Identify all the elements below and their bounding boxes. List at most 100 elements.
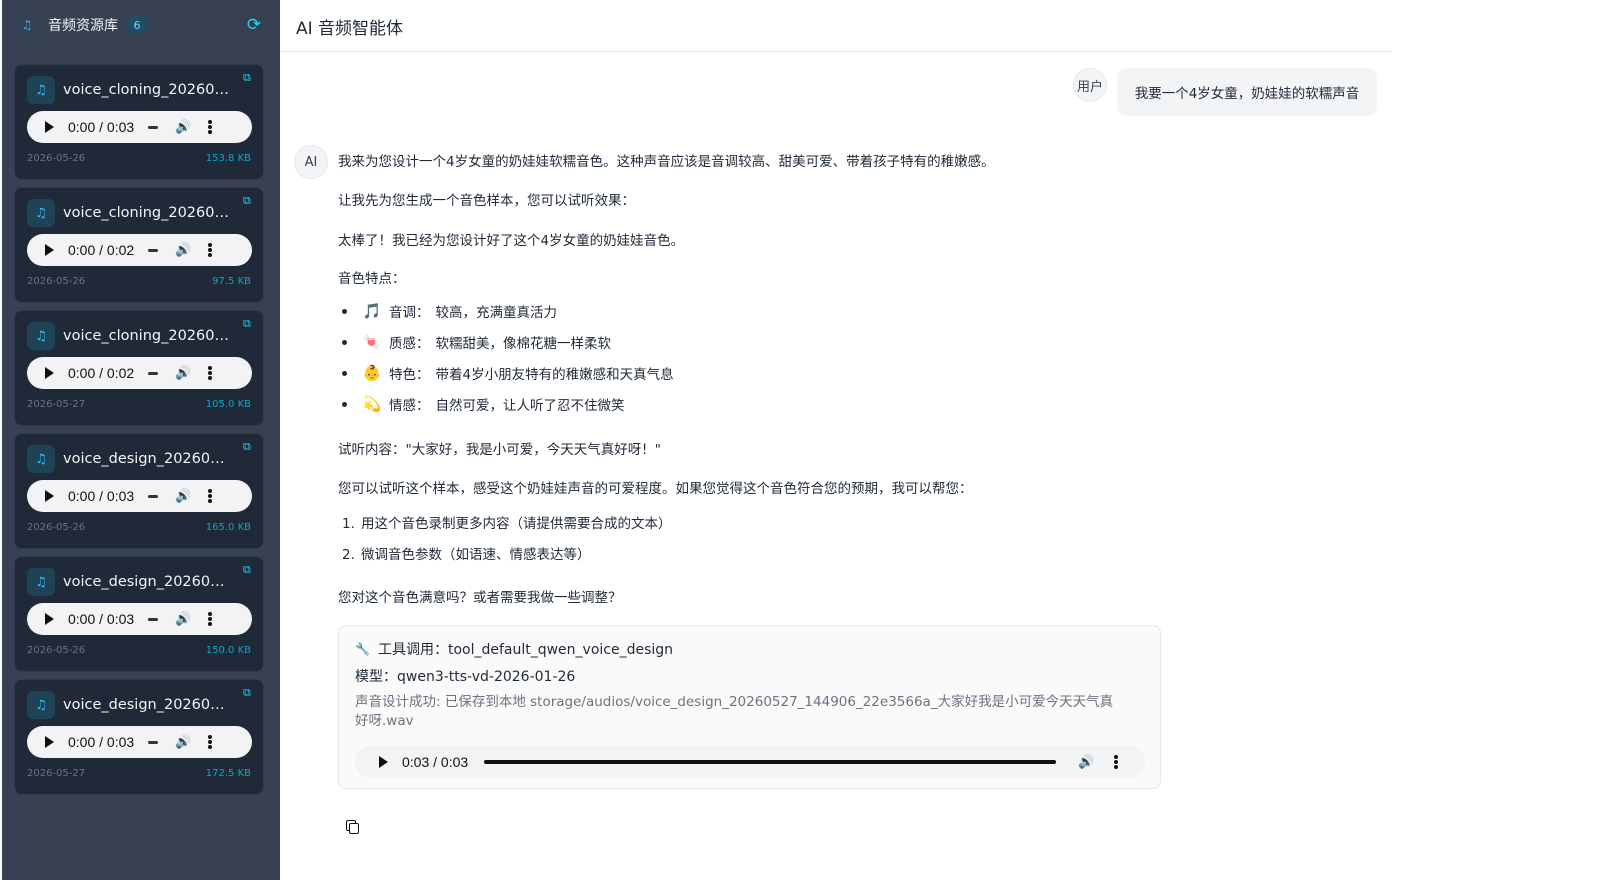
player-time: 0:00 / 0:02	[68, 242, 135, 258]
more-options-icon[interactable]	[208, 243, 213, 257]
file-size: 172.5 KB	[205, 768, 251, 779]
audio-file-name: voice_cloning_2026052...	[63, 82, 229, 98]
music-note-icon: ♫	[27, 322, 55, 350]
audio-file-card[interactable]: ♫ voice_design_2026052... ⧉ 0:00 / 0:03 …	[14, 433, 264, 549]
tool-call-line: 🔧 工具调用：tool_default_qwen_voice_design	[355, 639, 673, 659]
player-time: 0:00 / 0:02	[68, 365, 135, 381]
chat-header: AI 音频智能体	[280, 0, 1392, 52]
progress-slider[interactable]	[148, 248, 159, 252]
volume-icon[interactable]: 🔊	[175, 489, 191, 504]
copy-icon[interactable]: ⧉	[243, 317, 257, 331]
ai-paragraph: 我来为您设计一个4岁女童的奶娃娃软糯音色。这种声音应该是音调较高、甜美可爱、带着…	[338, 154, 995, 170]
play-icon[interactable]	[41, 734, 57, 750]
audio-player[interactable]: 0:03 / 0:03 🔊	[355, 746, 1145, 778]
audio-file-card[interactable]: ♫ voice_design_2026052... ⧉ 0:00 / 0:03 …	[14, 679, 264, 795]
music-note-emoji-icon: 🎵	[362, 302, 382, 320]
refresh-icon[interactable]: ⟳	[244, 15, 264, 35]
user-avatar: 用户	[1073, 68, 1107, 102]
audio-library-sidebar: ♫ 音频资源库 6 ⟳ ♫ voice_cloning_2026052... ⧉…	[2, 0, 280, 880]
music-note-icon: ♫	[27, 199, 55, 227]
play-icon[interactable]	[41, 488, 57, 504]
feature-list-item: 🎵 音调： 较高，充满童真活力	[338, 301, 557, 321]
volume-icon[interactable]: 🔊	[1078, 755, 1094, 770]
music-note-icon: ♫	[16, 14, 38, 36]
file-date: 2026-05-26	[27, 522, 86, 533]
progress-slider[interactable]	[148, 371, 159, 375]
feature-key: 情感：	[389, 398, 430, 414]
copy-icon[interactable]: ⧉	[243, 686, 257, 700]
player-time: 0:00 / 0:03	[68, 611, 135, 627]
volume-icon[interactable]: 🔊	[175, 366, 191, 381]
sidebar-title: 音频资源库	[48, 18, 118, 34]
music-note-icon: ♫	[27, 691, 55, 719]
copy-icon[interactable]: ⧉	[243, 71, 257, 85]
audio-player[interactable]: 0:00 / 0:03 🔊	[27, 111, 252, 143]
file-size: 165.0 KB	[205, 522, 251, 533]
copy-icon[interactable]: ⧉	[243, 440, 257, 454]
volume-icon[interactable]: 🔊	[175, 735, 191, 750]
option-list-item: 2. 微调音色参数（如语速、情感表达等）	[342, 543, 591, 563]
more-options-icon[interactable]	[1114, 755, 1119, 769]
audio-player[interactable]: 0:00 / 0:03 🔊	[27, 603, 252, 635]
ai-paragraph: 您对这个音色满意吗？或者需要我做一些调整？	[338, 590, 622, 606]
audio-file-card[interactable]: ♫ voice_design_2026052... ⧉ 0:00 / 0:03 …	[14, 556, 264, 672]
music-note-icon: ♫	[27, 76, 55, 104]
more-options-icon[interactable]	[208, 366, 213, 380]
player-time: 0:00 / 0:03	[68, 734, 135, 750]
play-icon[interactable]	[41, 119, 57, 135]
play-icon[interactable]	[41, 611, 57, 627]
progress-slider[interactable]	[148, 617, 159, 621]
file-size: 153.8 KB	[205, 153, 251, 164]
file-count-badge: 6	[126, 16, 148, 34]
bullet-icon	[342, 308, 347, 314]
audio-file-card[interactable]: ♫ voice_cloning_2026052... ⧉ 0:00 / 0:03…	[14, 64, 264, 180]
file-date: 2026-05-27	[27, 399, 86, 410]
audio-player[interactable]: 0:00 / 0:03 🔊	[27, 480, 252, 512]
more-options-icon[interactable]	[208, 735, 213, 749]
more-options-icon[interactable]	[208, 612, 213, 626]
more-options-icon[interactable]	[208, 120, 213, 134]
copy-icon[interactable]: ⧉	[243, 194, 257, 208]
audio-player[interactable]: 0:00 / 0:02 🔊	[27, 234, 252, 266]
audio-file-name: voice_cloning_2026052...	[63, 328, 229, 344]
feature-list-item: 👶 特色： 带着4岁小朋友特有的稚嫩感和天真气息	[338, 363, 674, 383]
option-list-item: 1. 用这个音色录制更多内容（请提供需要合成的文本）	[342, 512, 672, 532]
ai-avatar: AI	[294, 145, 328, 179]
play-icon[interactable]	[41, 242, 57, 258]
tool-model-label: 模型：qwen3-tts-vd-2026-01-26	[355, 669, 576, 685]
player-time: 0:00 / 0:03	[68, 488, 135, 504]
option-number: 1.	[342, 516, 355, 532]
audio-player[interactable]: 0:00 / 0:02 🔊	[27, 357, 252, 389]
more-options-icon[interactable]	[208, 489, 213, 503]
option-text: 用这个音色录制更多内容（请提供需要合成的文本）	[361, 516, 672, 532]
progress-slider[interactable]	[148, 125, 159, 129]
option-text: 微调音色参数（如语速、情感表达等）	[361, 547, 591, 563]
copy-message-button[interactable]	[344, 818, 362, 836]
volume-icon[interactable]: 🔊	[175, 612, 191, 627]
file-date: 2026-05-26	[27, 645, 86, 656]
baby-emoji-icon: 👶	[362, 364, 382, 382]
progress-slider[interactable]	[484, 760, 1057, 764]
player-time: 0:00 / 0:03	[68, 119, 135, 135]
file-date: 2026-05-27	[27, 768, 86, 779]
play-icon[interactable]	[41, 365, 57, 381]
ai-paragraph: 太棒了！我已经为您设计好了这个4岁女童的奶娃娃音色。	[338, 233, 685, 249]
player-time: 0:03 / 0:03	[402, 754, 469, 770]
dizzy-emoji-icon: 💫	[362, 395, 382, 413]
feature-key: 音调：	[389, 305, 430, 321]
progress-slider[interactable]	[148, 740, 159, 744]
audio-file-name: voice_design_2026052...	[63, 697, 229, 713]
volume-icon[interactable]: 🔊	[175, 243, 191, 258]
ai-paragraph: 您可以试听这个样本，感受这个奶娃娃声音的可爱程度。如果您觉得这个音色符合您的预期…	[338, 481, 973, 497]
tool-call-label: 工具调用：tool_default_qwen_voice_design	[377, 642, 674, 658]
audio-file-card[interactable]: ♫ voice_cloning_2026052... ⧉ 0:00 / 0:02…	[14, 187, 264, 303]
volume-icon[interactable]: 🔊	[175, 120, 191, 135]
audio-file-card[interactable]: ♫ voice_cloning_2026052... ⧉ 0:00 / 0:02…	[14, 310, 264, 426]
progress-slider[interactable]	[148, 494, 159, 498]
file-size: 97.5 KB	[212, 276, 251, 287]
wrench-icon: 🔧	[355, 642, 370, 656]
audio-player[interactable]: 0:00 / 0:03 🔊	[27, 726, 252, 758]
play-icon[interactable]	[375, 754, 391, 770]
copy-icon[interactable]: ⧉	[243, 563, 257, 577]
sidebar-header: ♫ 音频资源库 6 ⟳	[16, 12, 274, 38]
